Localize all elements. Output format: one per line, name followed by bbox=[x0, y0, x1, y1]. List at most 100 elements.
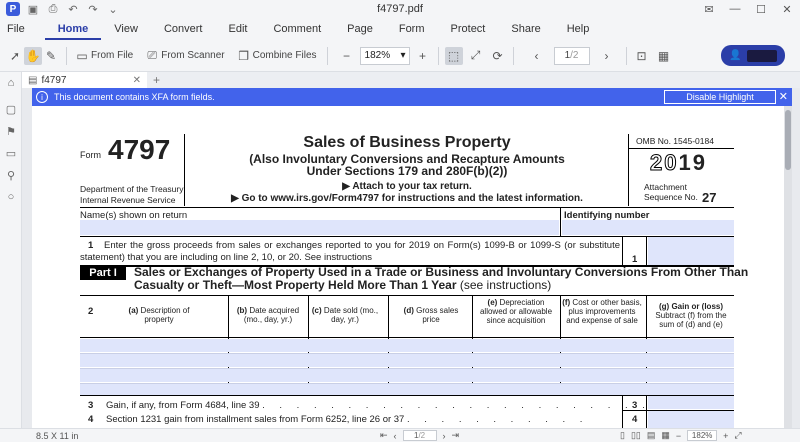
department-name: Department of the Treasury bbox=[80, 184, 184, 194]
pdf-file-icon: ▤ bbox=[28, 74, 38, 86]
disable-highlight-button[interactable]: Disable Highlight bbox=[664, 90, 776, 104]
combine-icon: ❐ bbox=[238, 48, 249, 63]
user-account-button[interactable]: 👤 bbox=[721, 45, 785, 66]
column-a-header: (a) Description of property bbox=[124, 306, 194, 324]
fit-icon[interactable]: ⤢ bbox=[734, 430, 741, 441]
column-a-label: Description of property bbox=[140, 306, 190, 324]
first-page-icon[interactable]: ⇤ bbox=[380, 430, 388, 441]
status-bar: 8.5 X 11 in ⇤ ‹ 1/2 › ⇥ ▯ ▯▯ ▤ ▦ − 182% … bbox=[0, 428, 800, 442]
document-tab[interactable]: ▤ f4797 ✕ bbox=[22, 72, 147, 88]
menu-edit[interactable]: Edit bbox=[215, 18, 260, 40]
scroll-view-icon[interactable]: ▤ bbox=[647, 430, 656, 441]
status-page-input[interactable]: 1/2 bbox=[402, 430, 437, 441]
row-rule bbox=[80, 236, 734, 237]
mail-icon[interactable]: ✉ bbox=[696, 3, 722, 16]
close-window-button[interactable]: ✕ bbox=[774, 3, 800, 16]
column-e-key: (e) bbox=[487, 298, 498, 307]
comment-icon[interactable]: ▭ bbox=[0, 142, 22, 164]
year-suffix: 19 bbox=[678, 150, 707, 175]
table-row[interactable] bbox=[80, 384, 734, 395]
name-field[interactable] bbox=[80, 220, 559, 235]
fit-width-icon[interactable]: ⤢ bbox=[467, 47, 485, 65]
banner-close-icon[interactable]: ✕ bbox=[779, 90, 788, 103]
left-sidebar: ⌂ ▢ ⚑ ▭ ⚲ ○ bbox=[0, 72, 22, 428]
grid-view-icon[interactable]: ▦ bbox=[661, 430, 670, 441]
chevron-down-icon: ▾ bbox=[400, 50, 406, 61]
header-rule bbox=[80, 207, 734, 208]
status-prev-icon[interactable]: ‹ bbox=[394, 431, 397, 441]
line1-amount-field[interactable] bbox=[648, 237, 734, 265]
identifying-number-field[interactable] bbox=[562, 220, 734, 235]
screen-capture-icon[interactable]: ⊡ bbox=[633, 47, 651, 65]
form-number: 4797 bbox=[108, 134, 171, 165]
select-cursor-icon[interactable]: ➚ bbox=[6, 47, 24, 65]
table-header-rule bbox=[80, 337, 734, 338]
document-viewport: Form 4797 Department of the Treasury Int… bbox=[32, 106, 792, 428]
menu-home[interactable]: Home bbox=[44, 18, 102, 40]
zoom-out-icon[interactable]: − bbox=[338, 47, 356, 65]
hand-tool-icon[interactable]: ✋ bbox=[24, 46, 42, 65]
search-icon[interactable]: ○ bbox=[0, 186, 22, 208]
page-number-input[interactable]: 1/2 bbox=[553, 46, 590, 65]
maximize-button[interactable]: ☐ bbox=[748, 3, 774, 16]
sequence-label: Sequence No. bbox=[644, 192, 698, 202]
menu-share[interactable]: Share bbox=[498, 18, 553, 40]
status-zoom-out-icon[interactable]: − bbox=[676, 431, 681, 441]
line4-number: 4 bbox=[88, 414, 94, 425]
attachment-icon[interactable]: ⚲ bbox=[0, 164, 22, 186]
menu-page[interactable]: Page bbox=[334, 18, 386, 40]
last-page-icon[interactable]: ⇥ bbox=[452, 430, 460, 441]
page-total: /2 bbox=[570, 50, 579, 61]
omb-divider bbox=[628, 148, 734, 149]
line3-description: Gain, if any, from Form 4684, line 39 bbox=[106, 400, 260, 411]
status-zoom-in-icon[interactable]: + bbox=[723, 431, 728, 441]
scrollbar-thumb[interactable] bbox=[785, 110, 791, 170]
edit-tool-icon[interactable]: ✎ bbox=[42, 47, 60, 65]
table-row[interactable] bbox=[80, 354, 734, 367]
menu-comment[interactable]: Comment bbox=[260, 18, 334, 40]
table-row[interactable] bbox=[80, 369, 734, 382]
minimize-button[interactable]: — bbox=[722, 3, 748, 15]
new-tab-icon[interactable]: + bbox=[153, 73, 160, 87]
menu-file[interactable]: File bbox=[0, 18, 45, 40]
column-a-key: (a) bbox=[128, 306, 139, 315]
sequence-number: 27 bbox=[702, 190, 717, 205]
form-subtitle: (Also Involuntary Conversions and Recapt… bbox=[186, 153, 628, 177]
close-tab-icon[interactable]: ✕ bbox=[133, 75, 141, 86]
combine-files-button[interactable]: ❐ Combine Files bbox=[235, 47, 316, 65]
home-icon[interactable]: ⌂ bbox=[0, 72, 22, 94]
prev-page-icon[interactable]: ‹ bbox=[528, 47, 546, 65]
vertical-scrollbar[interactable] bbox=[784, 106, 792, 428]
fit-page-icon[interactable]: ⬚ bbox=[444, 46, 463, 65]
info-icon: i bbox=[36, 91, 48, 103]
menu-form[interactable]: Form bbox=[386, 18, 438, 40]
status-zoom-value[interactable]: 182% bbox=[687, 430, 718, 441]
window-controls: ✉ — ☐ ✕ bbox=[696, 0, 800, 18]
zoom-select[interactable]: 182% ▾ bbox=[359, 46, 410, 65]
title-bar: P ▣ ⎙ ↶ ↷ ⌄ f4797.pdf ✉ — ☐ ✕ bbox=[0, 0, 800, 18]
zoom-in-icon[interactable]: + bbox=[414, 47, 432, 65]
two-page-icon[interactable]: ▯▯ bbox=[631, 430, 641, 441]
table-row[interactable] bbox=[80, 339, 734, 352]
line2-number: 2 bbox=[88, 306, 94, 317]
line4-amount-field[interactable] bbox=[648, 411, 734, 428]
page-layout-icon[interactable]: ▦ bbox=[655, 47, 673, 65]
menu-help[interactable]: Help bbox=[554, 18, 603, 40]
status-next-icon[interactable]: › bbox=[443, 431, 446, 441]
part-i-tag: Part I bbox=[80, 266, 126, 280]
line3-amount-field[interactable] bbox=[648, 396, 734, 409]
bookmark-icon[interactable]: ⚑ bbox=[0, 120, 22, 142]
attach-instruction: ▶ Attach to your tax return. bbox=[342, 181, 472, 192]
rotate-icon[interactable]: ⟳ bbox=[489, 47, 507, 65]
menu-convert[interactable]: Convert bbox=[151, 18, 216, 40]
from-scanner-button[interactable]: ⎚ From Scanner bbox=[143, 47, 224, 65]
single-page-icon[interactable]: ▯ bbox=[620, 430, 625, 441]
pdf-page: Form 4797 Department of the Treasury Int… bbox=[32, 106, 784, 428]
tax-year: 2019 bbox=[649, 150, 707, 176]
menu-view[interactable]: View bbox=[101, 18, 151, 40]
next-page-icon[interactable]: › bbox=[598, 47, 616, 65]
line4-box-number: 4 bbox=[632, 414, 638, 425]
menu-protect[interactable]: Protect bbox=[438, 18, 499, 40]
from-file-button[interactable]: ▭ From File bbox=[73, 47, 133, 65]
thumbnails-icon[interactable]: ▢ bbox=[0, 98, 22, 120]
